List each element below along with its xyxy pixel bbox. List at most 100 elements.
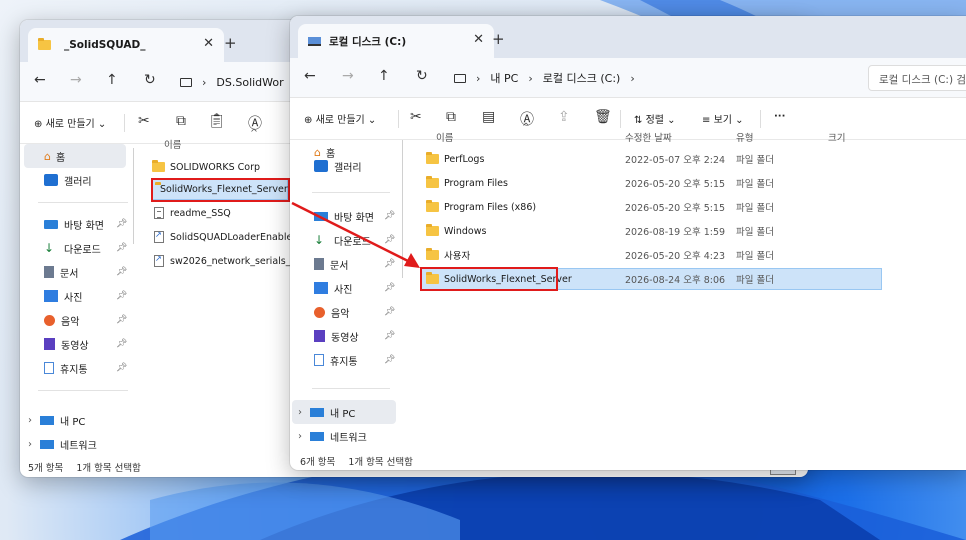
file-type: 파일 폴더	[736, 227, 774, 238]
address-bar[interactable]: › DS.SolidWor	[180, 68, 290, 96]
sidebar-item-videos[interactable]: 동영상 📌︎	[290, 324, 398, 348]
pin-icon[interactable]: 📌︎	[384, 211, 395, 221]
pin-icon[interactable]: 📌︎	[384, 283, 395, 293]
file-row[interactable]: Program Files (x86) 2026-05-20 오후 5:15 파…	[426, 196, 882, 218]
refresh-icon[interactable]: ↻	[416, 68, 428, 84]
search-placeholder: 로컬 디스크 (C:) 검	[879, 74, 966, 86]
breadcrumb-item[interactable]: 로컬 디스크 (C:)	[543, 70, 621, 86]
copy-icon[interactable]: ⧉	[446, 109, 456, 125]
chevron-right-icon[interactable]: ›	[298, 407, 302, 418]
new-button[interactable]: ⊕ 새로 만들기 ⌄	[304, 111, 376, 126]
pin-icon[interactable]: 📌︎	[116, 291, 127, 301]
sidebar-item-documents[interactable]: 문서 📌︎	[20, 260, 132, 284]
view-button[interactable]: ≡ 보기 ⌄	[702, 111, 744, 126]
network-icon	[40, 439, 54, 449]
pin-icon[interactable]: 📌︎	[116, 243, 127, 253]
pin-icon[interactable]: 📌︎	[384, 331, 395, 341]
pin-icon[interactable]: 📌︎	[384, 235, 395, 245]
sidebar-item-pictures[interactable]: 사진 📌︎	[290, 276, 398, 300]
new-tab-button[interactable]: +	[224, 34, 237, 52]
sidebar-item-desktop[interactable]: 바탕 화면 📌︎	[20, 212, 132, 236]
pin-icon[interactable]: 📌︎	[116, 267, 127, 277]
column-header-size[interactable]: 크기	[828, 130, 845, 144]
pane-splitter[interactable]	[133, 148, 134, 244]
sidebar-item-recycle-bin[interactable]: 휴지통 📌︎	[290, 348, 398, 372]
selected-count: 1개 항목 선택함	[76, 463, 141, 474]
paste-icon[interactable]: 📋︎	[208, 113, 226, 129]
chevron-right-icon[interactable]: ›	[298, 431, 302, 442]
sidebar-item-documents[interactable]: 문서 📌︎	[290, 252, 398, 276]
column-header-name[interactable]: 이름	[164, 137, 181, 151]
address-bar[interactable]: › 내 PC › 로컬 디스크 (C:) ›	[454, 64, 645, 92]
up-arrow-icon[interactable]: ↑	[106, 72, 118, 88]
close-tab-icon[interactable]: ✕	[203, 36, 214, 51]
close-tab-icon[interactable]: ✕	[473, 32, 484, 47]
sidebar-item-desktop[interactable]: 바탕 화면 📌︎	[290, 204, 398, 228]
delete-icon[interactable]: 🗑︎	[594, 109, 612, 125]
breadcrumb-item[interactable]: 내 PC	[490, 70, 518, 86]
chevron-right-icon[interactable]: ›	[28, 439, 32, 450]
column-header-modified[interactable]: 수정한 날짜	[625, 130, 672, 144]
file-row[interactable]: SOLIDWORKS Corp	[152, 156, 260, 178]
pin-icon[interactable]: 📌︎	[116, 339, 127, 349]
column-header-name[interactable]: 이름	[436, 130, 453, 144]
file-row[interactable]: PerfLogs 2022-05-07 오후 2:24 파일 폴더	[426, 148, 882, 170]
sidebar-item-home[interactable]: ⌂ 홈	[24, 144, 126, 168]
file-row[interactable]: Windows 2026-08-19 오후 1:59 파일 폴더	[426, 220, 882, 242]
cut-icon[interactable]: ✂	[410, 109, 422, 125]
breadcrumb-item[interactable]: DS.SolidWor	[216, 76, 283, 89]
pin-icon[interactable]: 📌︎	[384, 259, 395, 269]
new-tab-button[interactable]: +	[492, 30, 505, 48]
file-modified: 2026-05-20 오후 4:23	[625, 251, 726, 262]
sidebar-item-this-pc[interactable]: › 내 PC	[292, 400, 396, 424]
pin-icon[interactable]: 📌︎	[384, 355, 395, 365]
file-row[interactable]: readme_SSQ	[154, 202, 231, 224]
sort-button[interactable]: ⇅ 정렬 ⌄	[634, 111, 676, 126]
tab-solidsquad[interactable]: _SolidSQUAD_ ✕	[28, 28, 224, 62]
back-arrow-icon[interactable]: ←	[304, 68, 316, 84]
paste-icon[interactable]: ▤	[482, 109, 495, 125]
sidebar-item-pictures[interactable]: 사진 📌︎	[20, 284, 132, 308]
sidebar-item-downloads[interactable]: ↓ 다운로드 📌︎	[20, 236, 132, 260]
new-button-label: 새로 만들기	[315, 115, 365, 126]
column-header-type[interactable]: 유형	[736, 130, 753, 144]
sidebar-item-recycle-bin[interactable]: 휴지통 📌︎	[20, 356, 132, 380]
sidebar-item-gallery[interactable]: 갤러리	[20, 168, 92, 192]
pin-icon[interactable]: 📌︎	[116, 363, 127, 373]
back-arrow-icon[interactable]: ←	[34, 72, 46, 88]
new-button[interactable]: ⊕ 새로 만들기 ⌄	[34, 115, 106, 130]
chevron-right-icon[interactable]: ›	[28, 415, 32, 426]
sidebar-item-gallery[interactable]: 갤러리	[290, 154, 362, 178]
pin-icon[interactable]: 📌︎	[384, 307, 395, 317]
file-row[interactable]: SolidSQUADLoaderEnabler	[154, 226, 296, 248]
file-row[interactable]: 사용자 2026-05-20 오후 4:23 파일 폴더	[426, 244, 882, 266]
up-arrow-icon[interactable]: ↑	[378, 68, 390, 84]
sidebar-item-music[interactable]: 음악 📌︎	[290, 300, 398, 324]
file-modified: 2026-08-19 오후 1:59	[625, 227, 726, 238]
refresh-icon[interactable]: ↻	[144, 72, 156, 88]
title-bar: 로컬 디스크 (C:) ✕ +	[290, 16, 966, 58]
search-input[interactable]: 로컬 디스크 (C:) 검	[868, 65, 966, 91]
shortcut-icon	[154, 230, 164, 243]
pin-icon[interactable]: 📌︎	[116, 315, 127, 325]
sidebar-item-videos[interactable]: 동영상 📌︎	[20, 332, 132, 356]
navigation-bar: ← → ↑ ↻ › 내 PC › 로컬 디스크 (C:) › 로컬 디스크 (C…	[290, 58, 966, 98]
sidebar-item-music[interactable]: 음악 📌︎	[20, 308, 132, 332]
folder-icon	[426, 152, 439, 164]
pane-splitter[interactable]	[402, 140, 403, 278]
sidebar-item-network[interactable]: › 네트워크	[290, 424, 367, 448]
tab-title: _SolidSQUAD_	[64, 39, 146, 51]
file-row[interactable]: Program Files 2026-05-20 오후 5:15 파일 폴더	[426, 172, 882, 194]
tab-title: 로컬 디스크 (C:)	[329, 35, 407, 48]
pin-icon[interactable]: 📌︎	[116, 219, 127, 229]
tab-local-disk[interactable]: 로컬 디스크 (C:) ✕	[298, 24, 494, 58]
copy-icon[interactable]: ⧉	[176, 113, 186, 129]
share-icon[interactable]: ⇪	[558, 109, 570, 125]
forward-arrow-icon[interactable]: →	[342, 68, 354, 84]
sidebar-item-downloads[interactable]: ↓ 다운로드 📌︎	[290, 228, 398, 252]
more-options-button[interactable]: ···	[774, 111, 785, 122]
sidebar-item-this-pc[interactable]: › 내 PC	[20, 408, 85, 432]
cut-icon[interactable]: ✂	[138, 113, 150, 129]
forward-arrow-icon[interactable]: →	[70, 72, 82, 88]
sidebar-item-network[interactable]: › 네트워크	[20, 432, 97, 456]
